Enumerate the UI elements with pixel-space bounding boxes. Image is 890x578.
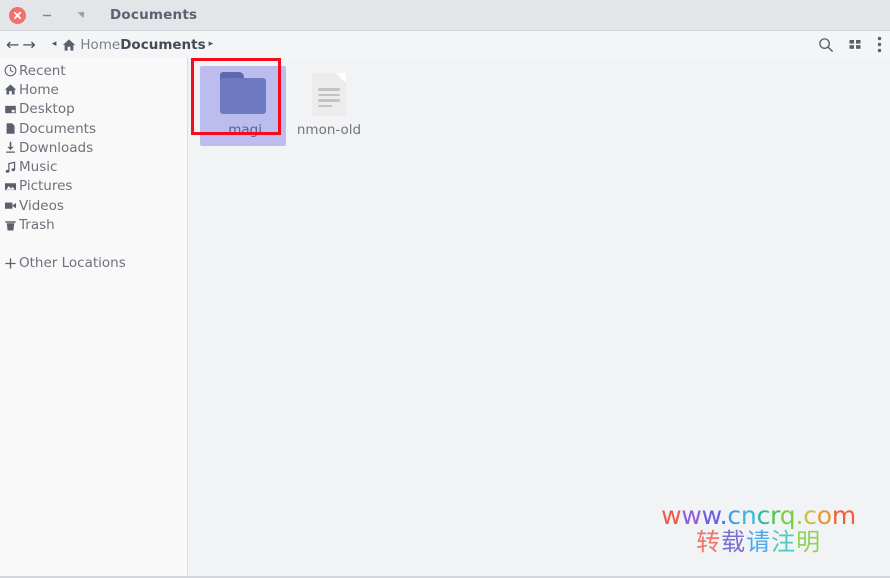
sidebar-label: Documents (19, 120, 96, 137)
sidebar-label: Downloads (19, 139, 94, 156)
sidebar-label: Recent (19, 62, 66, 79)
sidebar-item-videos[interactable]: Videos (0, 196, 187, 215)
document-icon (2, 122, 19, 135)
overflow-menu-icon[interactable] (877, 36, 882, 53)
sidebar-item-downloads[interactable]: Downloads (0, 138, 187, 157)
breadcrumb-scroll-right-icon[interactable]: ▸ (206, 40, 217, 49)
file-manager-window: Documents ← → ◂ Home Documents ▸ Recent … (0, 0, 890, 578)
breadcrumb-item-home[interactable]: Home (80, 37, 120, 53)
sidebar-label: Videos (19, 197, 64, 214)
breadcrumb: ◂ Home Documents ▸ (49, 37, 216, 53)
sidebar-label: Music (19, 159, 58, 176)
sidebar-item-trash[interactable]: Trash (0, 215, 187, 234)
download-icon (2, 141, 19, 154)
breadcrumb-home-icon (62, 38, 76, 52)
watermark: www.cncrq.com 转载请注明 (661, 503, 856, 554)
icon-grid: .magi nmon-old (200, 66, 890, 146)
sidebar-item-other-locations[interactable]: Other Locations (0, 254, 187, 273)
folder-body (220, 78, 266, 114)
sidebar-label: Trash (19, 217, 55, 234)
home-icon (2, 83, 19, 96)
file-text-lines (318, 88, 340, 110)
back-button[interactable]: ← (5, 36, 20, 53)
restore-icon (77, 12, 85, 19)
title-bar: Documents (0, 0, 890, 31)
file-item-nmon-old[interactable]: nmon-old (286, 66, 372, 146)
path-toolbar: ← → ◂ Home Documents ▸ (0, 31, 890, 58)
sidebar-label: Desktop (19, 101, 75, 118)
sidebar-label: Pictures (19, 178, 73, 195)
sidebar-item-recent[interactable]: Recent (0, 61, 187, 80)
navigation-arrows: ← → (5, 36, 37, 53)
breadcrumb-item-documents[interactable]: Documents (120, 37, 205, 53)
sidebar-item-pictures[interactable]: Pictures (0, 177, 187, 196)
watermark-url: www.cncrq.com (661, 501, 856, 531)
watermark-subtitle: 转载请注明 (696, 527, 822, 556)
breadcrumb-scroll-left-icon[interactable]: ◂ (49, 40, 60, 49)
desktop-icon (2, 103, 19, 116)
window-body: Recent Home Desktop Documents Downloads … (0, 58, 890, 576)
folder-icon (217, 72, 269, 116)
close-icon (13, 11, 22, 19)
window-title: Documents (110, 7, 198, 23)
sidebar-label: Home (19, 81, 59, 98)
music-note-icon (2, 161, 19, 174)
grid-view-icon[interactable] (848, 37, 863, 52)
maximize-window-button[interactable] (74, 9, 88, 21)
file-item-magi[interactable]: .magi (200, 66, 286, 146)
sidebar-item-desktop[interactable]: Desktop (0, 100, 187, 119)
forward-button[interactable]: → (21, 36, 36, 53)
file-item-label: .magi (223, 122, 263, 138)
close-window-button[interactable] (9, 6, 26, 24)
search-icon[interactable] (818, 37, 834, 53)
sidebar-label: Other Locations (19, 255, 126, 272)
toolbar-actions (818, 36, 882, 53)
file-item-label: nmon-old (296, 122, 362, 138)
minimize-icon (42, 14, 52, 17)
sidebar-item-home[interactable]: Home (0, 80, 187, 99)
file-grid-view[interactable]: .magi nmon-old www.cncrq.com 转载请注明 (188, 58, 890, 576)
sidebar-item-music[interactable]: Music (0, 157, 187, 176)
video-camera-icon (2, 199, 19, 212)
trash-icon (2, 219, 19, 232)
clock-icon (2, 64, 19, 77)
minimize-window-button[interactable] (40, 9, 54, 21)
plus-icon (2, 257, 19, 270)
image-icon (2, 180, 19, 193)
sidebar: Recent Home Desktop Documents Downloads … (0, 58, 188, 576)
sidebar-item-documents[interactable]: Documents (0, 119, 187, 138)
document-file-icon (303, 72, 355, 116)
file-fold-corner (336, 73, 346, 83)
